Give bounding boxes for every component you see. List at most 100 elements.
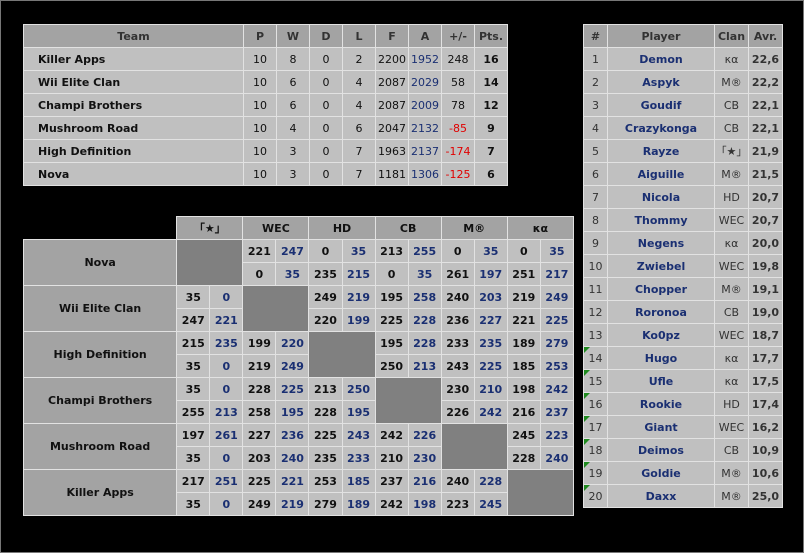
player-name-link[interactable]: Zwiebel [607, 254, 715, 278]
cross-score-away: 221 [209, 308, 244, 332]
player-average: 19,0 [748, 300, 783, 324]
cross-score-away: 203 [473, 285, 508, 309]
cross-score-away: 0 [209, 446, 244, 470]
standings-diff-cell: 58 [441, 70, 475, 94]
standings-row: Champi Brothers 10 6 0 4 2087 2009 78 12 [23, 93, 508, 117]
player-name-link[interactable]: Rayze [607, 139, 715, 163]
standings-header-cell: +/- [441, 24, 475, 48]
player-average: 10,9 [748, 438, 783, 462]
cross-score-away: 0 [209, 285, 244, 309]
player-name-link[interactable]: Hugo [607, 346, 715, 370]
player-average: 20,0 [748, 231, 783, 255]
player-row: 14 Hugo κα 17,7 [583, 346, 783, 370]
standings-p-cell: 10 [243, 139, 277, 163]
standings-a-cell: 2029 [408, 70, 442, 94]
standings-f-cell: 2200 [375, 47, 409, 71]
cross-score-away: 245 [473, 492, 508, 516]
cross-score-away: 221 [275, 469, 310, 493]
cross-row: High Definition 215 235 199 220 195 228 233 235 1… [22, 331, 575, 378]
player-name-link[interactable]: Ko0pz [607, 323, 715, 347]
player-name-link[interactable]: Demon [607, 47, 715, 71]
cross-diagonal-cell [176, 239, 244, 286]
player-row: 6 Aiguille M® 21,5 [583, 162, 783, 186]
cross-score-away: 255 [407, 239, 442, 263]
standings-d-cell: 0 [309, 70, 343, 94]
cross-score-away: 240 [539, 446, 575, 470]
cross-score-home: 35 [176, 446, 211, 470]
standings-team-cell: Champi Brothers [23, 93, 244, 117]
player-clan: κα [714, 369, 749, 393]
cross-score-away: 230 [407, 446, 442, 470]
cross-score-away: 213 [407, 354, 442, 378]
standings-pts-cell: 9 [474, 116, 508, 140]
standings-diff-cell: 78 [441, 93, 475, 117]
player-name-link[interactable]: Goudif [607, 93, 715, 117]
cross-diagonal-cell [440, 423, 508, 470]
standings-f-cell: 2087 [375, 93, 409, 117]
cross-score-home: 0 [242, 262, 277, 286]
cross-score-away: 228 [407, 331, 442, 355]
player-name-link[interactable]: Crazykonga [607, 116, 715, 140]
cross-diagonal-cell [308, 331, 376, 378]
player-average: 22,1 [748, 93, 783, 117]
player-name-link[interactable]: Giant [607, 415, 715, 439]
cross-score-away: 185 [341, 469, 376, 493]
player-name-link[interactable]: Roronoa [607, 300, 715, 324]
cross-score-home: 240 [440, 285, 475, 309]
cross-score-away: 215 [341, 262, 376, 286]
standings-a-cell: 1306 [408, 162, 442, 186]
cross-score-away: 242 [473, 400, 508, 424]
cross-score-away: 235 [209, 331, 244, 355]
player-row: 17 Giant WEC 16,2 [583, 415, 783, 439]
standings-w-cell: 6 [276, 70, 310, 94]
cross-score-home: 213 [374, 239, 409, 263]
player-rank-cell: 18 [583, 438, 608, 462]
player-name-link[interactable]: Aspyk [607, 70, 715, 94]
player-rank-cell: 4 [583, 116, 608, 140]
standings-w-cell: 6 [276, 93, 310, 117]
player-name-link[interactable]: Ufle [607, 369, 715, 393]
cross-score-away: 251 [209, 469, 244, 493]
player-average: 10,6 [748, 461, 783, 485]
cross-score-home: 220 [308, 308, 343, 332]
player-name-link[interactable]: Nicola [607, 185, 715, 209]
comment-flag-icon [584, 462, 590, 468]
cross-score-away: 0 [209, 492, 244, 516]
cross-diagonal-cell [506, 469, 575, 516]
player-name-link[interactable]: Goldie [607, 461, 715, 485]
player-rank-cell: 14 [583, 346, 608, 370]
cross-score-home: 225 [308, 423, 343, 447]
player-clan: WEC [714, 323, 749, 347]
cross-score-away: 0 [209, 354, 244, 378]
player-name-link[interactable]: Deimos [607, 438, 715, 462]
player-rank-cell: 6 [583, 162, 608, 186]
cross-score-home: 261 [440, 262, 475, 286]
standings-l-cell: 4 [342, 70, 376, 94]
player-name-link[interactable]: Rookie [607, 392, 715, 416]
player-clan: κα [714, 47, 749, 71]
player-average: 21,9 [748, 139, 783, 163]
cross-row: Wii Elite Clan 35 0 249 219 195 258 240 203 219 24… [22, 285, 575, 332]
cross-score-away: 216 [407, 469, 442, 493]
player-name-link[interactable]: Aiguille [607, 162, 715, 186]
player-rank-cell: 8 [583, 208, 608, 232]
cross-score-away: 189 [341, 492, 376, 516]
cross-score-home: 35 [176, 354, 211, 378]
player-average: 17,4 [748, 392, 783, 416]
player-name-link[interactable]: Thommy [607, 208, 715, 232]
player-rank: 20 [588, 489, 603, 503]
cross-score-away: 247 [275, 239, 310, 263]
player-name-link[interactable]: Daxx [607, 484, 715, 508]
player-average: 20,7 [748, 185, 783, 209]
player-name-link[interactable]: Negens [607, 231, 715, 255]
player-name-link[interactable]: Chopper [607, 277, 715, 301]
cross-score-away: 258 [407, 285, 442, 309]
player-rank: 19 [588, 466, 603, 480]
standings-a-cell: 2009 [408, 93, 442, 117]
player-average: 19,1 [748, 277, 783, 301]
cross-score-home: 197 [176, 423, 211, 447]
cross-score-away: 242 [539, 377, 575, 401]
player-clan: WEC [714, 208, 749, 232]
player-rank-cell: 1 [583, 47, 608, 71]
player-clan: 「★」 [714, 139, 749, 163]
